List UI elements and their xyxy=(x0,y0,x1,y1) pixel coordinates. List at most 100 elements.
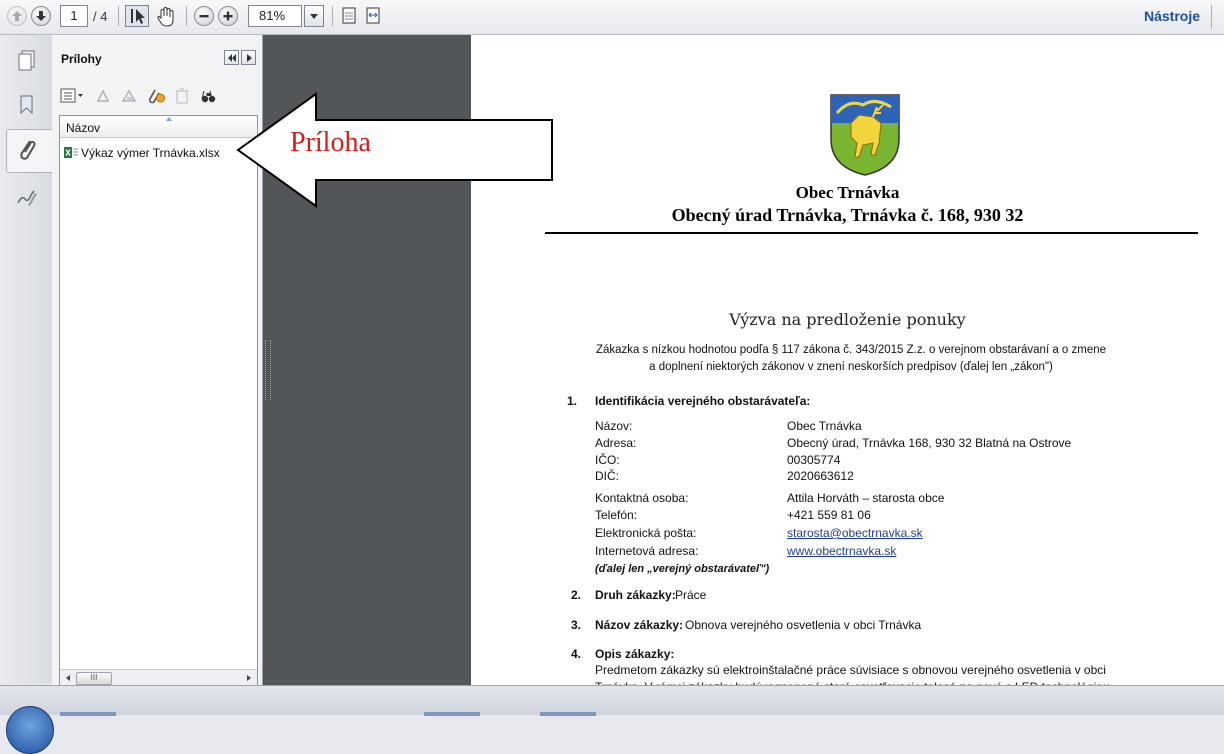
excel-file-icon xyxy=(64,147,78,158)
info-key: IČO: xyxy=(595,453,620,467)
page-number-input[interactable]: 1 xyxy=(60,5,88,27)
zoom-out-button[interactable] xyxy=(194,6,214,26)
annotation-arrow xyxy=(236,92,553,208)
arrow-down-icon xyxy=(36,11,46,21)
section-title: Názov zákazky: xyxy=(595,618,684,632)
arrow-up-icon xyxy=(12,11,22,21)
bookmark-icon xyxy=(20,95,33,115)
info-value: 2020663612 xyxy=(787,469,854,483)
list-item[interactable]: Výkaz výmer Trnávka.xlsx xyxy=(64,144,254,162)
scroll-left-icon[interactable] xyxy=(66,675,70,681)
organization-address: Obecný úrad Trnávka, Trnávka č. 168, 930… xyxy=(671,205,1024,225)
open-file-icon xyxy=(96,89,110,102)
toolbar-divider xyxy=(118,6,119,26)
plus-icon xyxy=(223,11,233,21)
paragraph-line: Predmetom zákazky sú elektroinštalačné p… xyxy=(595,663,1106,677)
info-key: Elektronická pošta: xyxy=(595,526,697,540)
tools-menu-link[interactable]: Nástroje xyxy=(1144,8,1200,24)
cursor-icon xyxy=(131,9,145,24)
panel-splitter-handle[interactable] xyxy=(265,340,271,400)
panel-options-button[interactable] xyxy=(241,50,256,65)
info-key: Internetová adresa: xyxy=(595,544,699,558)
toolbar-divider xyxy=(186,6,187,26)
open-attachment-button[interactable] xyxy=(94,87,112,110)
navigation-pane xyxy=(0,35,53,683)
taskbar-button[interactable] xyxy=(540,712,596,716)
double-chevron-left-icon xyxy=(228,54,236,62)
info-key: Názov: xyxy=(595,419,633,433)
info-value: Attila Horváth – starosta obce xyxy=(787,491,945,505)
zoom-level-input[interactable]: 81% xyxy=(248,5,302,27)
next-page-button[interactable] xyxy=(31,6,51,26)
info-value: Obec Trnávka xyxy=(787,419,862,433)
add-attachment-button[interactable] xyxy=(146,87,166,110)
municipal-coat-of-arms xyxy=(830,94,900,176)
attachment-filename: Výkaz výmer Trnávka.xlsx xyxy=(81,146,220,160)
section-value: Práce xyxy=(675,588,707,602)
search-attachments-button[interactable] xyxy=(200,87,222,110)
scrollbar-thumb[interactable]: III xyxy=(76,672,112,685)
toolbar-divider xyxy=(332,6,333,26)
start-button[interactable] xyxy=(6,706,54,754)
horizontal-scrollbar[interactable]: III xyxy=(60,669,257,686)
bookmarks-panel-button[interactable] xyxy=(8,87,44,123)
fit-width-button[interactable] xyxy=(364,6,382,31)
fit-page-icon xyxy=(342,7,356,24)
save-icon xyxy=(121,89,137,102)
info-key: Kontaktná osoba: xyxy=(595,491,689,505)
column-header-name[interactable]: Názov xyxy=(60,116,257,138)
pages-icon xyxy=(18,50,35,71)
fit-page-button[interactable] xyxy=(340,6,358,31)
minus-icon xyxy=(199,15,209,18)
save-attachment-button[interactable] xyxy=(120,87,138,110)
collapse-panel-button[interactable] xyxy=(224,50,239,65)
signatures-panel-button[interactable] xyxy=(8,181,44,217)
annotation-label: Príloha xyxy=(290,127,371,158)
section-value: Obnova verejného osvetlenia v obci Trnáv… xyxy=(685,618,922,632)
delete-attachment-button[interactable] xyxy=(174,87,190,110)
info-key: Telefón: xyxy=(595,508,638,522)
section-number: 1. xyxy=(567,394,578,408)
subtitle-line: Zákazka s nízkou hodnotou podľa § 117 zá… xyxy=(595,344,1107,356)
info-value: 00305774 xyxy=(787,453,841,467)
info-value: +421 559 81 06 xyxy=(787,508,871,522)
fit-width-icon xyxy=(366,7,380,24)
info-key: DIČ: xyxy=(595,469,619,483)
panel-title: Prílohy xyxy=(61,52,102,66)
select-tool-button[interactable] xyxy=(125,5,149,27)
info-key: Adresa: xyxy=(595,436,637,450)
chevron-right-icon xyxy=(247,54,252,62)
document-subtitle: Zákazka s nízkou hodnotou podľa § 117 zá… xyxy=(551,342,1151,376)
windows-taskbar xyxy=(0,685,1224,715)
section-note: (ďalej len „verejný obstarávateľ") xyxy=(595,563,770,575)
section-number: 4. xyxy=(571,647,582,661)
zoom-in-button[interactable] xyxy=(218,6,238,26)
section-title: Identifikácia verejného obstarávateľa: xyxy=(595,394,811,408)
email-link[interactable]: starosta@obectrnavka.sk xyxy=(787,526,923,540)
add-attachment-icon xyxy=(148,89,165,104)
organization-name: Obec Trnávka xyxy=(795,183,900,202)
previous-page-button[interactable] xyxy=(7,6,27,26)
scroll-right-icon[interactable] xyxy=(247,675,251,681)
trash-icon xyxy=(176,88,188,104)
attachments-panel-button[interactable] xyxy=(6,129,53,173)
column-header-label: Názov xyxy=(66,121,101,135)
taskbar-button[interactable] xyxy=(60,712,116,716)
main-toolbar: 1 / 4 81% Nástroje xyxy=(0,0,1224,35)
section-title: Opis zákazky: xyxy=(595,647,675,661)
hand-tool-button[interactable] xyxy=(155,6,179,33)
pages-panel-button[interactable] xyxy=(8,43,44,79)
page-total: / 4 xyxy=(93,9,108,24)
subtitle-line: a doplnení niektorých zákonov v znení ne… xyxy=(649,361,1053,373)
zoom-dropdown-button[interactable] xyxy=(304,5,324,27)
info-value: Obecný úrad, Trnávka 168, 930 32 Blatná … xyxy=(787,436,1072,450)
binoculars-icon xyxy=(201,90,216,103)
website-link[interactable]: www.obectrnavka.sk xyxy=(787,544,896,558)
options-menu-button[interactable] xyxy=(60,87,86,110)
document-title: Výzva na predloženie ponuky xyxy=(729,310,966,329)
attachments-list: Názov Výkaz výmer Trnávka.xlsx III xyxy=(59,115,258,687)
taskbar-button[interactable] xyxy=(424,712,480,716)
paperclip-icon xyxy=(20,140,36,160)
section-number: 2. xyxy=(571,588,582,602)
hand-icon xyxy=(157,6,174,27)
